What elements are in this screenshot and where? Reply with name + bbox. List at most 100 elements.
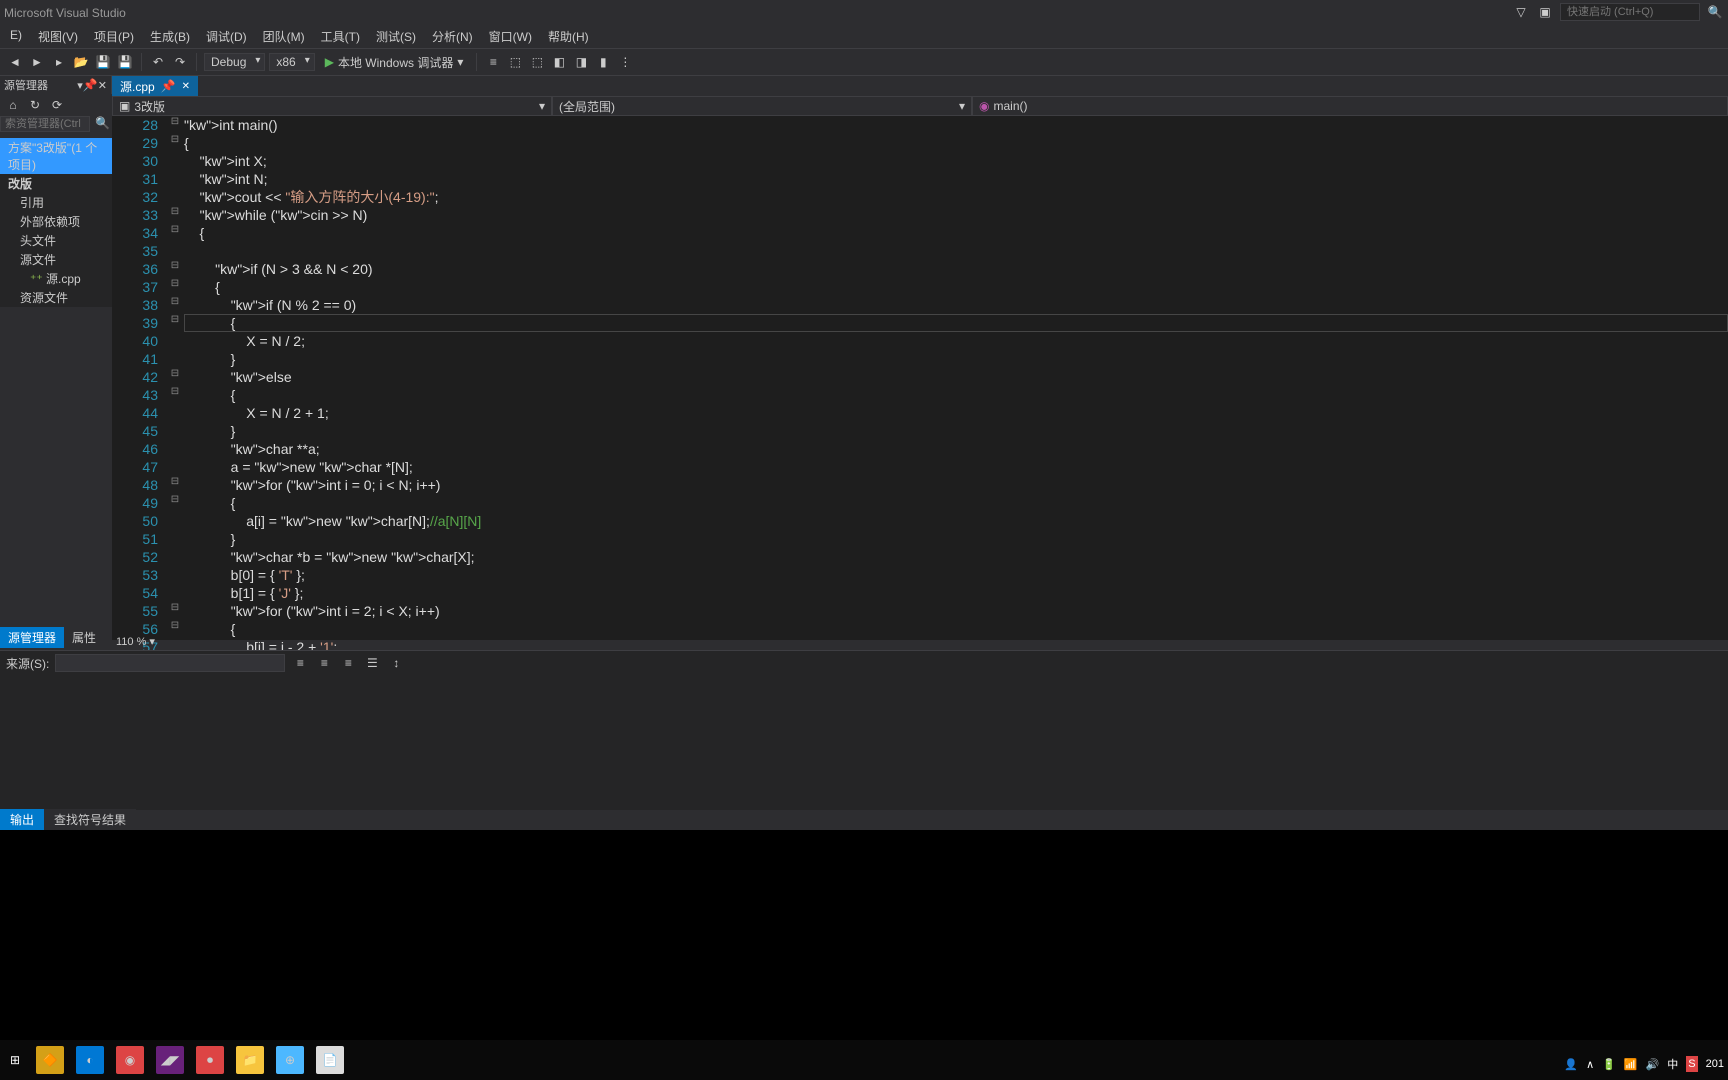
project-node[interactable]: 改版 bbox=[0, 174, 112, 193]
tool-icon[interactable]: ⋮ bbox=[616, 53, 634, 71]
open-icon[interactable]: 📂 bbox=[72, 53, 90, 71]
nav-label: main() bbox=[993, 99, 1027, 113]
task-app-icon[interactable]: 📄 bbox=[316, 1046, 344, 1074]
notification-icon[interactable]: ▽ bbox=[1512, 3, 1530, 21]
tray-icon[interactable]: 📶 bbox=[1624, 1058, 1638, 1071]
tree-source[interactable]: 源文件 bbox=[0, 250, 112, 269]
search-icon[interactable]: 🔍 bbox=[1706, 3, 1724, 21]
code-editor[interactable]: 2829303132333435363738394041424344454647… bbox=[112, 116, 1728, 640]
sync-icon[interactable]: ⟳ bbox=[48, 96, 66, 114]
tree-res[interactable]: 资源文件 bbox=[0, 288, 112, 307]
menu-window[interactable]: 窗口(W) bbox=[481, 26, 540, 48]
nav-scope-dropdown[interactable]: (全局范围) ▾ bbox=[552, 96, 972, 116]
method-icon: ◉ bbox=[979, 99, 989, 113]
source-dropdown[interactable] bbox=[55, 654, 285, 672]
tab-label: 源.cpp bbox=[120, 78, 155, 95]
toolbar: ◄ ► ▸ 📂 💾 💾 ↶ ↷ Debug x86 ▶ 本地 Windows 调… bbox=[0, 48, 1728, 76]
task-record-icon[interactable]: ⏺ bbox=[196, 1046, 224, 1074]
separator bbox=[476, 53, 477, 71]
tab-explorer[interactable]: 源管理器 bbox=[0, 627, 64, 648]
menu-analyze[interactable]: 分析(N) bbox=[424, 26, 481, 48]
explorer-toolbar: ⌂ ↻ ⟳ bbox=[0, 94, 112, 116]
search-icon[interactable]: 🔍 bbox=[95, 116, 110, 130]
explorer-search-input[interactable] bbox=[0, 116, 90, 132]
pin-icon[interactable]: 📌 bbox=[83, 78, 98, 92]
tray-icon[interactable]: 🔊 bbox=[1646, 1058, 1660, 1071]
tool-icon[interactable]: ⬚ bbox=[506, 53, 524, 71]
nav-bar: ▣ 3改版 ▾ (全局范围) ▾ ◉ main() bbox=[112, 96, 1728, 116]
tool-icon[interactable]: ↕ bbox=[387, 654, 405, 672]
chevron-up-icon[interactable]: ∧ bbox=[1586, 1058, 1594, 1071]
home-icon[interactable]: ⌂ bbox=[4, 96, 22, 114]
nav-label: 3改版 bbox=[134, 98, 165, 115]
menu-tools[interactable]: 工具(T) bbox=[313, 26, 368, 48]
tool-icon[interactable]: ≡ bbox=[484, 53, 502, 71]
task-app-icon[interactable]: ◐ bbox=[76, 1046, 104, 1074]
system-tray[interactable]: 👤 ∧ 🔋 📶 🔊 中 S 201 bbox=[1564, 1056, 1724, 1072]
start-debug-button[interactable]: ▶ 本地 Windows 调试器 ▾ bbox=[319, 52, 470, 73]
bookmark-icon[interactable]: ▮ bbox=[594, 53, 612, 71]
tool-icon[interactable]: ≡ bbox=[315, 654, 333, 672]
undo-icon[interactable]: ↶ bbox=[149, 53, 167, 71]
close-icon[interactable]: ✕ bbox=[182, 81, 190, 92]
tray-icon[interactable]: S bbox=[1686, 1056, 1697, 1072]
tab-output[interactable]: 输出 bbox=[0, 809, 44, 830]
panel-title: 源管理器 bbox=[4, 77, 48, 93]
menu-file[interactable]: E) bbox=[2, 26, 30, 48]
tool-icon[interactable]: ⬚ bbox=[528, 53, 546, 71]
tool-icon[interactable]: ≡ bbox=[291, 654, 309, 672]
menu-debug[interactable]: 调试(D) bbox=[198, 26, 255, 48]
tool-icon[interactable]: ≡ bbox=[339, 654, 357, 672]
task-app-icon[interactable]: 🔶 bbox=[36, 1046, 64, 1074]
tray-icon[interactable]: 🔋 bbox=[1602, 1058, 1616, 1071]
menu-build[interactable]: 生成(B) bbox=[142, 26, 198, 48]
tab-properties[interactable]: 属性 bbox=[64, 627, 104, 648]
forward-icon[interactable]: ► bbox=[28, 53, 46, 71]
tool-icon[interactable]: ◨ bbox=[572, 53, 590, 71]
left-panel-tabs: 源管理器 属性 bbox=[0, 627, 104, 648]
close-icon[interactable]: ✕ bbox=[98, 79, 107, 92]
refresh-icon[interactable]: ↻ bbox=[26, 96, 44, 114]
task-explorer-icon[interactable]: 📁 bbox=[236, 1046, 264, 1074]
start-icon[interactable]: ⊞ bbox=[6, 1051, 24, 1069]
solution-node[interactable]: 方案"3改版"(1 个项目) bbox=[0, 138, 112, 174]
back-icon[interactable]: ◄ bbox=[6, 53, 24, 71]
play-icon: ▶ bbox=[325, 55, 334, 69]
menu-test[interactable]: 测试(S) bbox=[368, 26, 424, 48]
config-dropdown[interactable]: Debug bbox=[204, 53, 265, 71]
nav-project-dropdown[interactable]: ▣ 3改版 ▾ bbox=[112, 96, 552, 116]
tab-source-cpp[interactable]: 源.cpp 📌 ✕ bbox=[112, 76, 198, 96]
tree-headers[interactable]: 头文件 bbox=[0, 231, 112, 250]
saveall-icon[interactable]: 💾 bbox=[116, 53, 134, 71]
feedback-icon[interactable]: ▣ bbox=[1536, 3, 1554, 21]
tool-icon[interactable]: ☰ bbox=[363, 654, 381, 672]
tab-find-results[interactable]: 查找符号结果 bbox=[44, 809, 136, 830]
task-app-icon[interactable]: ◉ bbox=[116, 1046, 144, 1074]
task-vs-icon[interactable]: ◢◤ bbox=[156, 1046, 184, 1074]
solution-tree: 方案"3改版"(1 个项目) 改版 引用 外部依赖项 头文件 源文件 ⁺⁺ 源.… bbox=[0, 138, 112, 307]
menu-help[interactable]: 帮助(H) bbox=[540, 26, 597, 48]
save-icon[interactable]: 💾 bbox=[94, 53, 112, 71]
pin-icon[interactable]: 📌 bbox=[161, 79, 176, 93]
nav-member-dropdown[interactable]: ◉ main() bbox=[972, 96, 1728, 116]
menu-view[interactable]: 视图(V) bbox=[30, 26, 86, 48]
tree-source-cpp[interactable]: ⁺⁺ 源.cpp bbox=[0, 269, 112, 288]
platform-dropdown[interactable]: x86 bbox=[269, 53, 314, 71]
redo-icon[interactable]: ↷ bbox=[171, 53, 189, 71]
menu-project[interactable]: 项目(P) bbox=[86, 26, 142, 48]
explorer-search: 🔍 bbox=[0, 116, 112, 138]
tree-references[interactable]: 引用 bbox=[0, 193, 112, 212]
zoom-dropdown[interactable]: 110 % ▾ bbox=[116, 635, 155, 648]
class-icon: ▣ bbox=[119, 99, 130, 113]
menu-team[interactable]: 团队(M) bbox=[255, 26, 313, 48]
new-icon[interactable]: ▸ bbox=[50, 53, 68, 71]
quick-launch-input[interactable] bbox=[1560, 3, 1700, 21]
tool-icon[interactable]: ◧ bbox=[550, 53, 568, 71]
tray-clock[interactable]: 201 bbox=[1706, 1058, 1724, 1070]
tray-icon[interactable]: 👤 bbox=[1564, 1058, 1578, 1071]
tree-external[interactable]: 外部依赖项 bbox=[0, 212, 112, 231]
tray-ime[interactable]: 中 bbox=[1667, 1056, 1678, 1072]
task-app-icon[interactable]: ⊕ bbox=[276, 1046, 304, 1074]
taskbar: ⊞ 🔶 ◐ ◉ ◢◤ ⏺ 📁 ⊕ 📄 bbox=[0, 1040, 1728, 1080]
chevron-down-icon: ▾ bbox=[959, 99, 965, 113]
